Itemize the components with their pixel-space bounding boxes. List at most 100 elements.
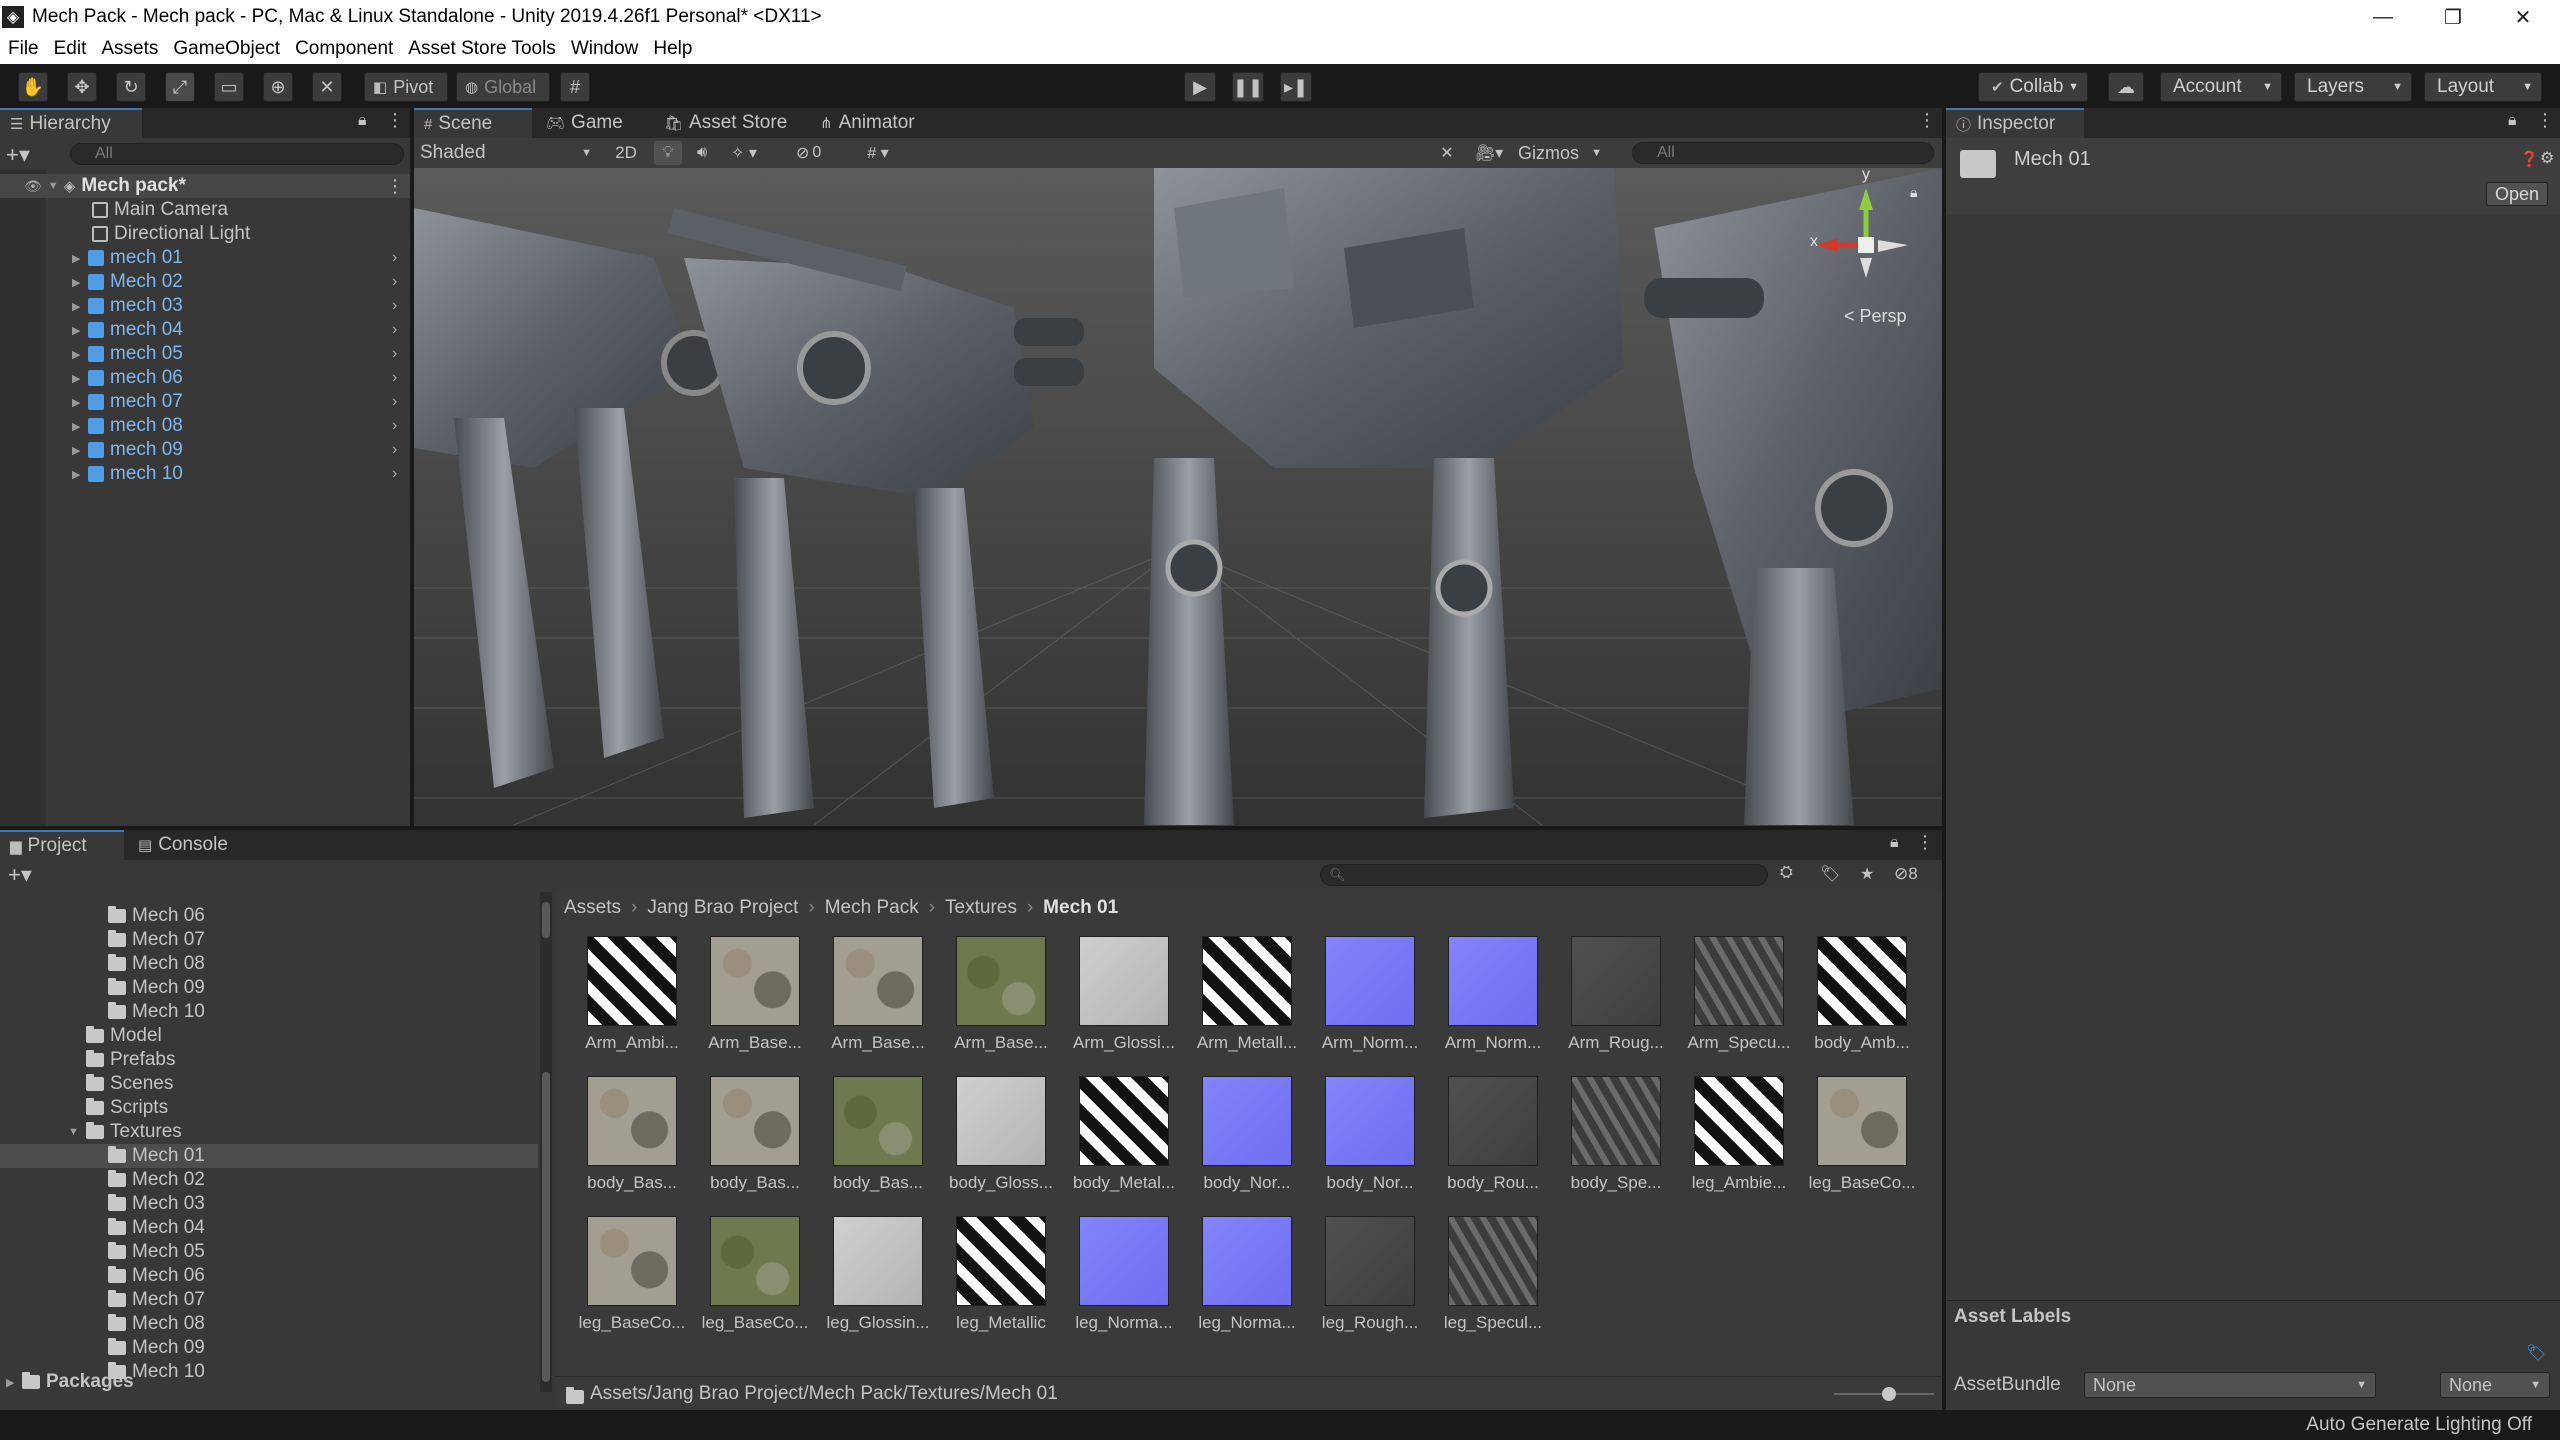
camera-dropdown[interactable]: 🎥︎▾ (1466, 141, 1512, 165)
tree-item[interactable]: Mech 05 (0, 1240, 538, 1264)
tree-item[interactable]: Model (0, 1024, 538, 1048)
open-prefab-chevron-icon[interactable]: › (392, 249, 397, 267)
open-button[interactable]: Open (2486, 182, 2548, 206)
minimize-button[interactable]: — (2348, 0, 2418, 34)
breadcrumb-textures[interactable]: Textures (945, 897, 1017, 919)
asset-item[interactable]: leg_BaseCo... (1800, 1076, 1915, 1206)
hierarchy-item[interactable]: ▶ mech 03 › (0, 294, 410, 318)
lighting-icon[interactable]: 💡︎ (654, 141, 682, 165)
menu-assets[interactable]: Assets (93, 38, 165, 60)
menu-gameobject[interactable]: GameObject (165, 38, 287, 60)
tree-item[interactable]: ▼ Textures (0, 1120, 538, 1144)
asset-item[interactable]: Arm_Specu... (1677, 936, 1791, 1066)
breadcrumb-mech-01[interactable]: Mech 01 (1043, 897, 1118, 919)
open-prefab-chevron-icon[interactable]: › (392, 345, 397, 363)
tree-item[interactable]: Mech 02 (0, 1168, 538, 1192)
hierarchy-item[interactable]: ▶ mech 05 › (0, 342, 410, 366)
tab-hierarchy[interactable]: ☰ Hierarchy (0, 108, 142, 138)
hierarchy-item[interactable]: ▶ mech 04 › (0, 318, 410, 342)
expand-arrow-icon[interactable]: ▶ (72, 252, 88, 265)
layers-dropdown[interactable]: Layers ▼ (2294, 72, 2412, 102)
tree-item[interactable]: Mech 06 (0, 1264, 538, 1288)
asset-item[interactable]: body_Bas... (693, 1076, 803, 1206)
asset-item[interactable]: Arm_Roug... (1554, 936, 1664, 1066)
more-menu-icon[interactable]: ⋮ (386, 110, 404, 131)
expand-arrow-icon[interactable]: ▶ (72, 348, 88, 361)
open-prefab-chevron-icon[interactable]: › (392, 321, 397, 339)
scale-tool-icon[interactable]: ⤢ (165, 72, 195, 102)
add-icon[interactable]: +▾ (6, 142, 30, 168)
asset-item[interactable]: body_Gloss... (939, 1076, 1053, 1206)
expand-arrow-icon[interactable]: ▶ (72, 300, 88, 313)
asset-item[interactable]: body_Rou... (1431, 1076, 1541, 1206)
project-add-icon[interactable]: +▾ (8, 862, 32, 888)
tree-item[interactable]: Mech 09 (0, 1336, 538, 1360)
hand-tool-icon[interactable]: ✋ (18, 72, 48, 102)
help-icon[interactable]: ❓ (2520, 150, 2539, 168)
tree-item[interactable]: Prefabs (0, 1048, 538, 1072)
expand-arrow-icon[interactable]: ▶ (72, 276, 88, 289)
asset-item[interactable]: leg_Ambie... (1677, 1076, 1787, 1206)
tab-console[interactable]: ▤ Console (128, 830, 256, 860)
tree-item[interactable]: Mech 10 (0, 1000, 538, 1024)
asset-item[interactable]: body_Bas... (816, 1076, 926, 1206)
expand-arrow-icon[interactable]: ▶ (72, 324, 88, 337)
cloud-icon[interactable]: ☁ (2108, 72, 2144, 102)
hierarchy-item[interactable]: ▶ mech 06 › (0, 366, 410, 390)
hidden-packages-toggle[interactable]: ⊘8 (1894, 864, 1918, 884)
gizmo-lock-icon[interactable]: 🔒︎ (1910, 184, 1917, 201)
scene-root-row[interactable]: 👁︎ ▼ ◈ Mech pack* ⋮ (0, 174, 410, 198)
expand-arrow-icon[interactable]: ▶ (72, 444, 88, 457)
tab-animator[interactable]: ⋔ Animator (810, 108, 940, 138)
favorite-star-icon[interactable]: ★ (1860, 864, 1874, 884)
assetbundle-variant-dropdown[interactable]: None ▼ (2440, 1372, 2550, 1398)
tools-icon[interactable]: ✕ (1432, 141, 1462, 165)
asset-item[interactable]: Arm_Base... (816, 936, 926, 1066)
open-prefab-chevron-icon[interactable]: › (392, 441, 397, 459)
menu-asset-store-tools[interactable]: Asset Store Tools (400, 38, 563, 60)
tree-item[interactable]: Mech 06 (0, 904, 538, 928)
grid-snap-icon[interactable]: # (560, 72, 590, 102)
project-lock-icon[interactable]: 🔒︎ (1890, 834, 1899, 852)
toggle-2d[interactable]: 2D (606, 141, 646, 165)
effects-dropdown[interactable]: ✧ ▾ (720, 141, 768, 165)
asset-item[interactable]: body_Metal... (1062, 1076, 1175, 1206)
asset-item[interactable]: leg_Specul... (1431, 1216, 1542, 1346)
asset-item[interactable]: Arm_Metall... (1185, 936, 1297, 1066)
asset-item[interactable]: body_Bas... (570, 1076, 680, 1206)
asset-item[interactable]: leg_Metallic (939, 1216, 1049, 1346)
settings-gear-icon[interactable]: ⚙ (2540, 148, 2554, 168)
open-prefab-chevron-icon[interactable]: › (392, 417, 397, 435)
hierarchy-item[interactable]: ▶ mech 01 › (0, 246, 410, 270)
layout-dropdown[interactable]: Layout ▼ (2424, 72, 2542, 102)
step-button[interactable]: ▸❚ (1280, 72, 1312, 102)
hierarchy-search-input[interactable]: All (70, 143, 404, 165)
menu-help[interactable]: Help (645, 38, 699, 60)
asset-item[interactable]: body_Nor... (1308, 1076, 1418, 1206)
tree-item[interactable]: Scenes (0, 1072, 538, 1096)
collab-dropdown[interactable]: ✔ Collab ▼ (1978, 72, 2088, 102)
tree-item[interactable]: Mech 09 (0, 976, 538, 1000)
audio-icon[interactable]: 🔊︎ (688, 141, 716, 165)
filter-type-icon[interactable]: ⛭ (1780, 864, 1793, 882)
shading-dropdown[interactable]: Shaded ▼ (420, 141, 600, 165)
tree-item[interactable]: Mech 07 (0, 1288, 538, 1312)
asset-item[interactable]: body_Amb... (1800, 936, 1910, 1066)
asset-item[interactable]: leg_Glossin... (816, 1216, 930, 1346)
pause-button[interactable]: ❚❚ (1232, 72, 1264, 102)
asset-item[interactable]: body_Nor... (1185, 1076, 1295, 1206)
open-prefab-chevron-icon[interactable]: › (392, 273, 397, 291)
expand-arrow-icon[interactable]: ▶ (72, 396, 88, 409)
tag-icon[interactable]: 🏷︎ (2526, 1343, 2550, 1363)
global-toggle[interactable]: ◍ Global (456, 72, 550, 102)
tree-item[interactable]: Mech 04 (0, 1216, 538, 1240)
lock-icon[interactable]: 🔒︎ (358, 112, 367, 130)
close-button[interactable]: ✕ (2488, 0, 2558, 34)
tab-project[interactable]: ▆ Project (0, 830, 124, 860)
scene-menu-icon[interactable]: ⋮ (386, 176, 404, 197)
tree-item[interactable]: Mech 07 (0, 928, 538, 952)
hidden-objects-toggle[interactable]: ⊘ 0 (796, 141, 846, 165)
assetbundle-dropdown[interactable]: None ▼ (2084, 1372, 2376, 1398)
asset-item[interactable]: Arm_Norm... (1308, 936, 1418, 1066)
open-prefab-chevron-icon[interactable]: › (392, 369, 397, 387)
